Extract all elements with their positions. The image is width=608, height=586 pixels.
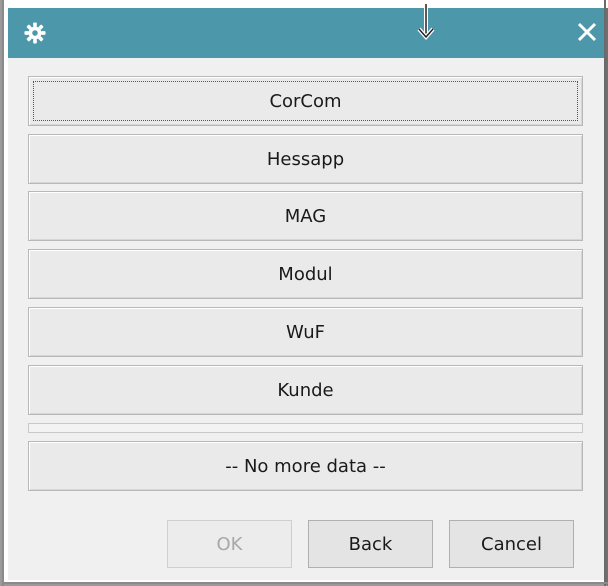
list-item-label: CorCom (269, 90, 342, 112)
list-item[interactable]: WuF (28, 307, 583, 357)
list-item[interactable]: CorCom (28, 76, 583, 126)
dialog-body: CorCom Hessapp MAG Modul WuF Kunde -- No… (8, 58, 606, 580)
window-border-right[interactable] (604, 0, 606, 586)
gear-icon (24, 22, 46, 44)
back-button[interactable]: Back (308, 520, 433, 568)
cancel-button[interactable]: Cancel (449, 520, 574, 568)
list-item-label: Hessapp (266, 148, 345, 170)
list-item-label: MAG (284, 205, 327, 227)
no-more-data-label: -- No more data -- (225, 455, 386, 477)
list-item[interactable]: Kunde (28, 365, 583, 415)
dialog-window: CorCom Hessapp MAG Modul WuF Kunde -- No… (0, 0, 608, 586)
list-item-label: Kunde (277, 379, 334, 401)
window-border-left (2, 0, 4, 586)
ok-button[interactable]: OK (167, 520, 292, 568)
title-bar (8, 4, 606, 58)
ok-button-label: OK (216, 533, 243, 555)
no-more-data-item[interactable]: -- No more data -- (28, 441, 583, 491)
list-item[interactable]: Hessapp (28, 134, 583, 184)
window-top-strip (2, 0, 608, 8)
list-item-label: Modul (278, 263, 333, 285)
list-item[interactable]: MAG (28, 191, 583, 241)
close-icon[interactable] (576, 21, 598, 43)
down-arrow-icon (417, 4, 435, 41)
list-item-label: WuF (286, 321, 325, 343)
cancel-button-label: Cancel (481, 533, 542, 555)
empty-list-slot (28, 423, 583, 433)
back-button-label: Back (348, 533, 393, 555)
list-item[interactable]: Modul (28, 249, 583, 299)
window-border-bottom (2, 582, 608, 584)
